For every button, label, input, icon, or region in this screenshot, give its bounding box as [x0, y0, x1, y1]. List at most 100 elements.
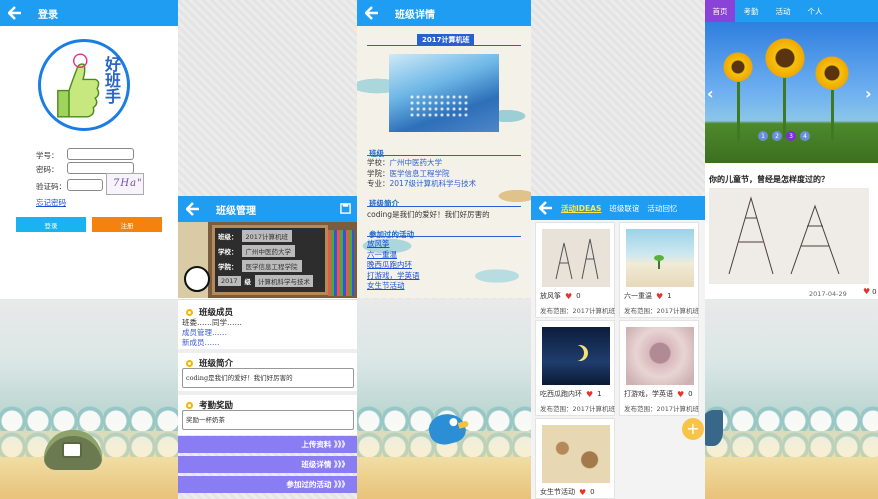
idea-card[interactable]: 放风筝 ♥ 0 发布范围：2017计算机班: [535, 222, 615, 318]
class-intro-textarea[interactable]: coding是我们的爱好！我们好厉害的: [182, 368, 354, 388]
bullet-icon: [186, 359, 193, 367]
detail-header: 班级详情: [357, 0, 531, 26]
eiffel-sketch-image: [542, 229, 610, 287]
shark-fin-image: [705, 410, 723, 446]
captcha-label: 验证码：: [36, 182, 66, 191]
banner-school-label: 学校：: [218, 247, 238, 256]
school-label: 学校：: [367, 158, 390, 167]
class-detail-screen: 班级详情 2017计算机班 班级 学校：广州中医药大学 学院：医学信息工程学院 …: [357, 0, 531, 499]
attendance-reward-textarea[interactable]: 奖励一杯奶茶: [182, 410, 354, 430]
carousel-dot[interactable]: 2: [772, 131, 782, 141]
idea-card[interactable]: 女生节活动 ♥ 0: [535, 418, 615, 499]
app-logo: 好班手: [38, 39, 130, 131]
detail-section-intro: 班级简介: [369, 199, 399, 208]
upload-materials-button[interactable]: 上传资料 》》》: [178, 436, 357, 453]
save-icon[interactable]: [340, 203, 351, 214]
back-arrow-icon[interactable]: [8, 6, 22, 20]
new-member-link[interactable]: 新成员……: [182, 337, 220, 348]
heart-icon[interactable]: ♥: [656, 292, 663, 301]
nav-home[interactable]: 首页: [705, 0, 735, 22]
activity-link[interactable]: 放风筝: [367, 239, 420, 250]
activity-ideas-screen: 活动IDEAS 班级联谊 活动回忆 放风筝 ♥ 0 发布范围：2017计算机班 六一…: [531, 0, 705, 499]
banner-college-value: 医学信息工程学院: [241, 259, 302, 272]
carousel-dot[interactable]: 3: [786, 131, 796, 141]
nav-activity[interactable]: 活动: [767, 0, 799, 22]
activity-link[interactable]: 六一重温: [367, 250, 420, 261]
school-link[interactable]: 广州中医药大学: [390, 158, 443, 167]
heart-icon[interactable]: ♥: [586, 390, 593, 399]
article-likes: 0: [872, 287, 877, 296]
class-photo-image: [389, 54, 499, 132]
detail-title: 班级详情: [395, 9, 435, 21]
tab-activity-memories[interactable]: 活动回忆: [647, 203, 677, 214]
home-screen: 首页 考勤 活动 个人 ‹ › 1234 你的儿童节，曾经是怎样度过的？ 2 0 1…: [705, 0, 878, 499]
college-link[interactable]: 医学信息工程学院: [390, 169, 450, 178]
captcha-image[interactable]: 7Ha": [106, 173, 144, 195]
heart-icon[interactable]: ♥: [579, 488, 586, 497]
back-arrow-icon[interactable]: [186, 202, 200, 216]
back-arrow-icon[interactable]: [539, 201, 553, 215]
heart-icon[interactable]: ♥: [565, 292, 572, 301]
idea-card[interactable]: 打游戏，学英语 ♥ 0 发布范围：2017计算机班: [619, 320, 699, 416]
idea-card[interactable]: 六一重温 ♥ 1 发布范围：2017计算机班: [619, 222, 699, 318]
carousel-prev-icon[interactable]: ‹: [707, 84, 714, 103]
forgot-password-link[interactable]: 忘记密码: [36, 197, 66, 208]
register-button[interactable]: 注册: [92, 217, 162, 232]
college-label: 学院：: [367, 168, 390, 178]
card-title: 打游戏，学英语: [624, 390, 673, 398]
card-likes: 0: [590, 488, 595, 496]
banner-class-label: 班级：: [218, 232, 238, 241]
card-footer: 发布范围：2017计算机班: [624, 307, 700, 315]
article-title[interactable]: 你的儿童节，曾经是怎样度过的？: [709, 174, 829, 185]
sea-background: [705, 299, 878, 499]
floating-add-button[interactable]: +: [682, 418, 704, 440]
carousel-next-icon[interactable]: ›: [865, 84, 872, 103]
password-label: 密码：: [36, 165, 59, 174]
login-header: 登录: [0, 0, 178, 26]
beach-sprout-image: [626, 229, 694, 287]
heart-icon[interactable]: ♥: [863, 287, 870, 296]
banner-class-value: 2017计算机班: [241, 229, 293, 242]
banner-school-value: 广州中医药大学: [241, 244, 295, 257]
management-title: 班级管理: [216, 205, 256, 217]
logo-text: 好班手: [102, 56, 121, 104]
joined-activities-button[interactable]: 参加过的活动 》》》: [178, 476, 357, 493]
card-footer: 发布范围：2017计算机班: [540, 307, 616, 315]
card-title: 六一重温: [624, 292, 652, 300]
banner-college-label: 学院：: [218, 262, 238, 271]
heart-icon[interactable]: ♥: [677, 390, 684, 399]
class-banner-image: 班级： 2017计算机班 学校： 广州中医药大学 学院： 医学信息工程学院 2017 级…: [178, 222, 357, 298]
tab-class-social[interactable]: 班级联谊: [609, 203, 639, 214]
student-id-input[interactable]: [67, 148, 134, 160]
card-likes: 1: [667, 292, 672, 300]
captcha-input[interactable]: [67, 179, 103, 191]
carousel-dot[interactable]: 4: [800, 131, 810, 141]
nav-profile[interactable]: 个人: [799, 0, 831, 22]
activity-link[interactable]: 晚西瓜跑内环: [367, 260, 420, 271]
login-button[interactable]: 登录: [16, 217, 86, 232]
class-details-button[interactable]: 班级详情 》》》: [178, 456, 357, 473]
activity-link[interactable]: 打游戏，学英语: [367, 271, 420, 282]
card-title: 女生节活动: [540, 488, 575, 496]
nav-attendance[interactable]: 考勤: [735, 0, 767, 22]
tab-activity-ideas[interactable]: 活动IDEAS: [561, 203, 601, 214]
back-arrow-icon[interactable]: [365, 6, 379, 20]
bullet-icon: [186, 401, 193, 409]
card-footer: 发布范围：2017计算机班: [540, 405, 616, 413]
activity-link[interactable]: 女生节活动: [367, 281, 420, 292]
article-image[interactable]: [709, 188, 869, 284]
vintage-map-image: [542, 425, 610, 483]
detail-intro-text: coding是我们的爱好！我们好厉害的: [367, 210, 490, 219]
bottom-nav: 首页 考勤 活动 个人: [705, 0, 878, 22]
night-moon-image: [542, 327, 610, 385]
card-footer: 发布范围：2017计算机班: [624, 405, 700, 413]
carousel-dot[interactable]: 1: [758, 131, 768, 141]
login-title: 登录: [38, 9, 58, 21]
major-link[interactable]: 2017级计算机科学与技术: [390, 179, 477, 188]
management-header: 班级管理: [178, 196, 357, 222]
card-title: 放风筝: [540, 292, 561, 300]
card-likes: 0: [576, 292, 581, 300]
idea-card[interactable]: 吃西瓜跑内环 ♥ 1 发布范围：2017计算机班: [535, 320, 615, 416]
card-likes: 0: [688, 390, 693, 398]
sea-background: [357, 299, 531, 499]
